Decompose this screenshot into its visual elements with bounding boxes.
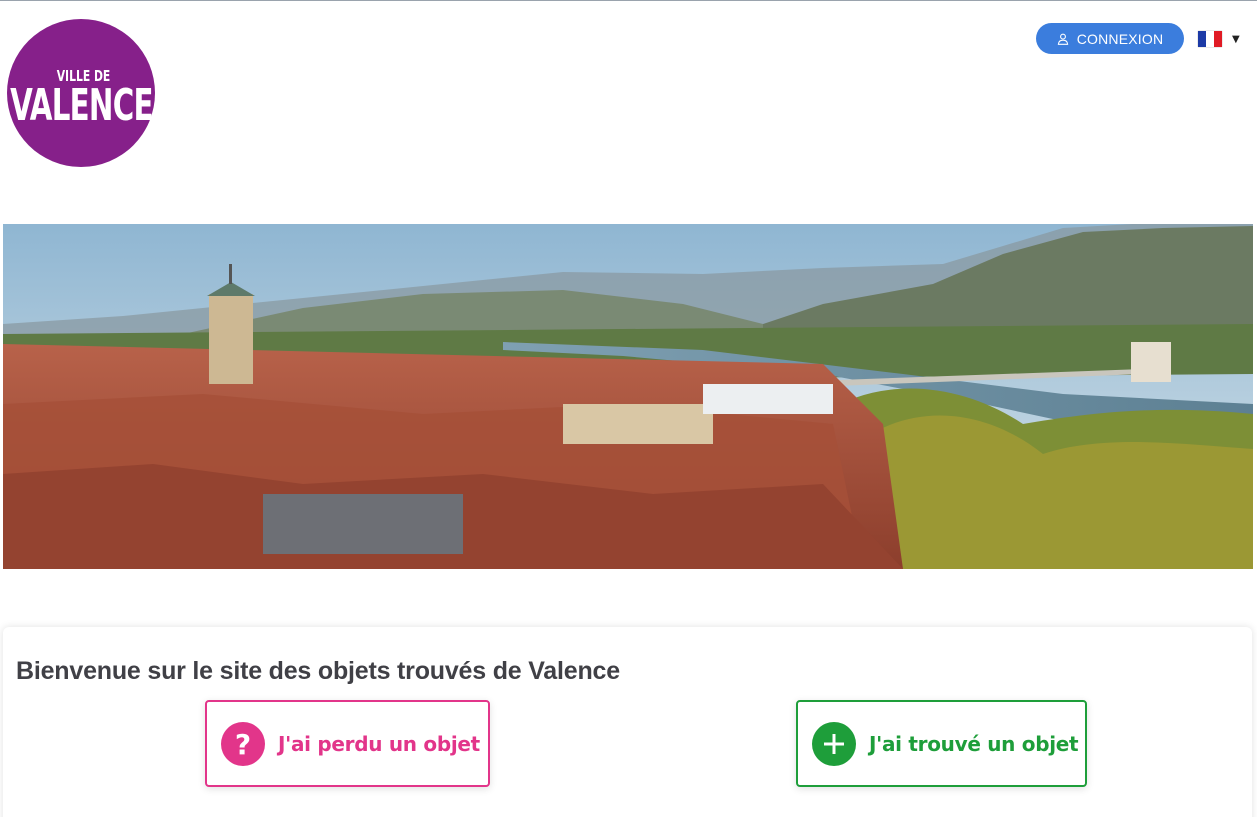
- panorama-image: [3, 224, 1253, 569]
- city-panorama-banner: [3, 224, 1253, 569]
- login-button[interactable]: CONNEXION: [1036, 23, 1184, 54]
- svg-text:?: ?: [235, 728, 251, 761]
- language-selector[interactable]: ▼: [1198, 31, 1240, 47]
- welcome-card: Bienvenue sur le site des objets trouvés…: [3, 627, 1252, 817]
- lost-object-label: J'ai perdu un objet: [278, 731, 480, 756]
- french-flag-icon: [1198, 31, 1222, 47]
- user-icon: [1057, 33, 1068, 45]
- found-object-button[interactable]: J'ai trouvé un objet: [796, 700, 1087, 787]
- page-title: Bienvenue sur le site des objets trouvés…: [16, 657, 620, 685]
- found-object-label: J'ai trouvé un objet: [869, 731, 1079, 756]
- logo-line2: VALENCE: [9, 80, 153, 131]
- city-logo[interactable]: VILLE DE VALENCE: [7, 19, 155, 167]
- lost-object-button[interactable]: ? J'ai perdu un objet: [205, 700, 490, 787]
- plus-icon: [812, 721, 856, 766]
- question-icon: ?: [221, 721, 265, 766]
- chevron-down-icon: ▼: [1232, 33, 1240, 45]
- login-label: CONNEXION: [1076, 30, 1164, 47]
